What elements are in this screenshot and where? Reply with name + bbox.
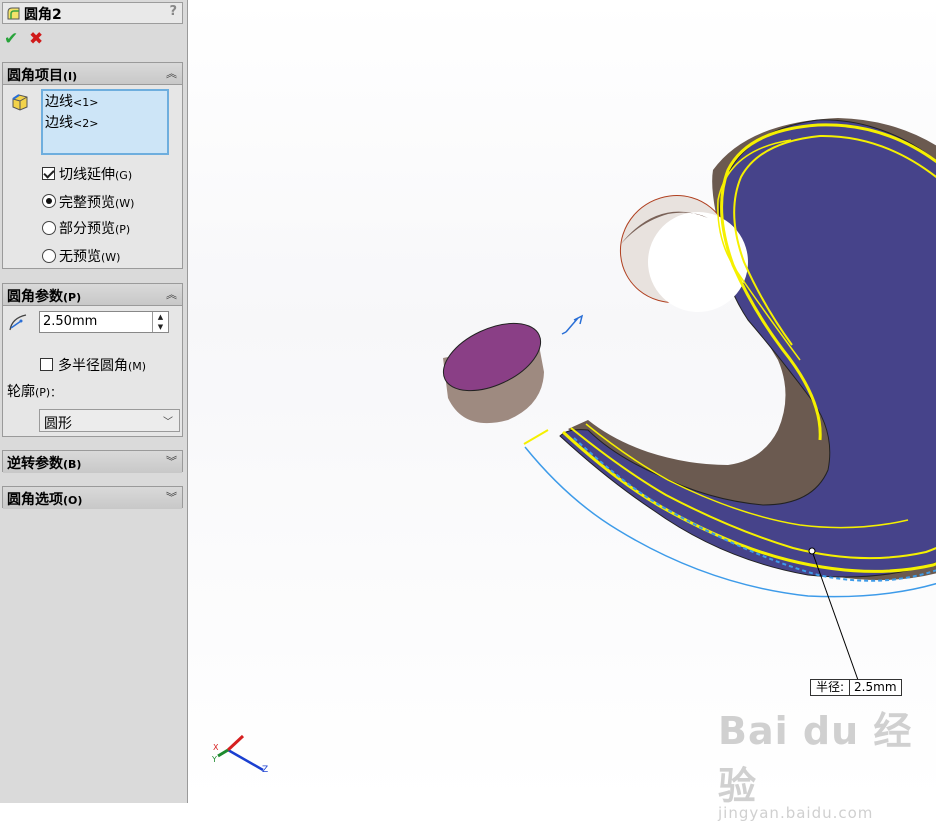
property-manager-panel: 圆角2 ? ✔ ✖ 圆角项目(I) ︽ 边线<1> 边线<2> 切线延伸(G) … <box>0 0 188 803</box>
triad-z-label: Z <box>262 765 268 775</box>
list-item[interactable]: 边线<1> <box>45 92 165 113</box>
list-item[interactable]: 边线<2> <box>45 113 165 134</box>
watermark-brand: Bai du 经验 <box>718 709 913 808</box>
triad-x-label: X <box>213 743 219 752</box>
cancel-button[interactable]: ✖ <box>29 30 43 48</box>
fillet-params-hotkey: (P) <box>63 291 82 304</box>
fillet-feature-icon <box>7 7 20 20</box>
partial-preview-label: 部分预览(P) <box>59 221 131 237</box>
profile-label: 轮廓(P)： <box>7 384 62 400</box>
radius-callout-value[interactable]: 2.5mm <box>850 680 900 695</box>
fillet-options-label: 圆角选项 <box>7 492 63 508</box>
no-preview-radio[interactable] <box>42 249 56 263</box>
full-preview-radio[interactable] <box>42 194 56 208</box>
part-top-face <box>559 119 936 578</box>
radius-callout[interactable]: 半径: 2.5mm <box>810 679 902 696</box>
tangent-propagation-label: 切线延伸(G) <box>59 167 133 183</box>
expand-chevron-icon[interactable]: ︾ <box>166 453 177 469</box>
fillet-items-label: 圆角项目 <box>7 68 63 84</box>
spin-down-icon[interactable]: ▼ <box>153 322 168 332</box>
collapse-chevron-icon[interactable]: ︽ <box>166 286 177 302</box>
profile-select[interactable]: 圆形 ﹀ <box>39 409 180 432</box>
watermark: Bai du 经验 jingyan.baidu.com <box>718 700 936 822</box>
radius-icon <box>9 314 27 331</box>
radius-stepper[interactable]: ▲ ▼ <box>152 312 168 332</box>
fillet-params-label: 圆角参数 <box>7 289 63 305</box>
axis-triad-icon: Z X Y <box>211 734 268 775</box>
chevron-down-icon: ﹀ <box>163 417 173 428</box>
multi-radius-label: 多半径圆角(M) <box>58 358 147 374</box>
profile-value: 圆形 <box>44 416 72 432</box>
selected-edges-list[interactable]: 边线<1> 边线<2> <box>41 89 169 155</box>
edge-selection-icon <box>12 94 28 111</box>
collapse-chevron-icon[interactable]: ︽ <box>166 65 177 81</box>
spin-up-icon[interactable]: ▲ <box>153 312 168 322</box>
fillet-options-section[interactable]: 圆角选项(O) ︾ <box>2 486 183 509</box>
watermark-url: jingyan.baidu.com <box>718 804 874 822</box>
ok-button[interactable]: ✔ <box>4 30 18 48</box>
tangent-propagation-checkbox[interactable] <box>42 167 55 180</box>
expand-chevron-icon[interactable]: ︾ <box>166 489 177 505</box>
no-preview-label: 无预览(W) <box>59 249 121 265</box>
manipulator-icon <box>561 314 584 335</box>
fillet-params-header[interactable]: 圆角参数(P) ︽ <box>3 284 182 306</box>
fillet-items-hotkey: (I) <box>63 70 78 83</box>
feature-title-bar: 圆角2 ? <box>2 2 183 24</box>
multi-radius-checkbox[interactable] <box>40 358 53 371</box>
feature-title: 圆角2 <box>24 7 62 23</box>
reverse-params-label: 逆转参数 <box>7 456 63 472</box>
fillet-items-header[interactable]: 圆角项目(I) ︽ <box>3 63 182 85</box>
radius-value: 2.50mm <box>43 314 98 329</box>
triad-y-label: Y <box>211 755 217 764</box>
partial-preview-radio[interactable] <box>42 221 56 235</box>
fillet-params-section: 圆角参数(P) ︽ 2.50mm ▲ ▼ 多半径圆角(M) 轮廓(P)： 圆形 … <box>2 283 183 437</box>
radius-callout-key: 半径: <box>811 680 851 695</box>
help-icon[interactable]: ? <box>169 4 177 19</box>
fillet-items-section: 圆角项目(I) ︽ 边线<1> 边线<2> 切线延伸(G) 完整预览(W) 部分… <box>2 62 183 269</box>
radius-input[interactable]: 2.50mm ▲ ▼ <box>39 311 169 333</box>
reverse-params-section[interactable]: 逆转参数(B) ︾ <box>2 450 183 473</box>
full-preview-label: 完整预览(W) <box>59 195 135 211</box>
